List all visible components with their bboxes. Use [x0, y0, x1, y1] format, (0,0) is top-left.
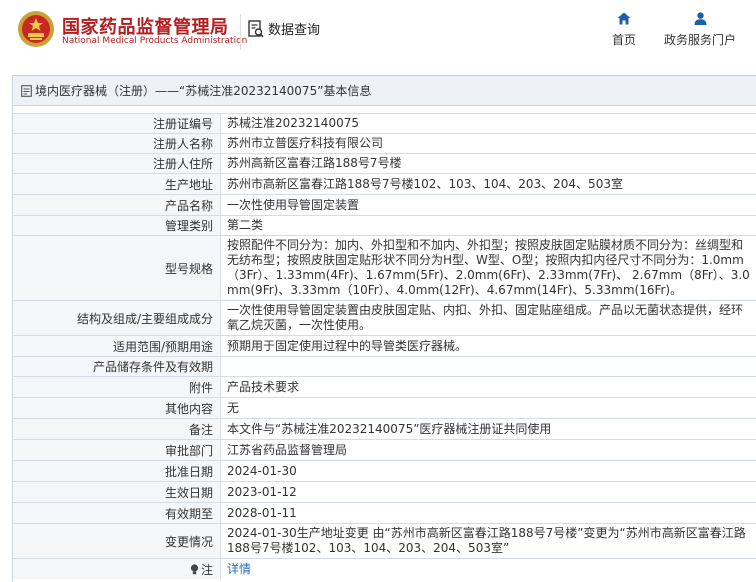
table-row: 产品名称 一次性使用导管固定装置: [13, 194, 756, 215]
home-icon: [617, 12, 631, 25]
field-label: 生产地址: [13, 174, 221, 194]
field-label: 结构及组成/主要组成成分: [13, 301, 221, 335]
field-label: 注册证编号: [13, 114, 221, 133]
field-label: 变更情况: [13, 524, 221, 558]
field-value: 江苏省药品监督管理局: [227, 442, 348, 457]
field-label: 批准日期: [13, 461, 221, 481]
nav-gov-service[interactable]: 政务服务门户: [664, 12, 736, 48]
panel-title-bar: 境内医疗器械（注册）——“苏械注准20232140075”基本信息: [13, 76, 756, 106]
field-value: 苏械注准20232140075: [227, 116, 359, 130]
document-icon: [21, 84, 32, 97]
field-label: 适用范围/预期用途: [13, 336, 221, 356]
field-label: 附件: [13, 377, 221, 397]
field-value: 2028-01-11: [227, 505, 297, 520]
table-row: 适用范围/预期用途 预期用于固定使用过程中的导管类医疗器械。: [13, 335, 756, 356]
field-value: 苏州高新区富春江路188号7号楼: [227, 156, 402, 170]
bulb-icon: [190, 563, 199, 574]
table-row: 注册证编号 苏械注准20232140075: [13, 113, 756, 133]
data-query-icon: [248, 19, 264, 37]
note-label: 注: [200, 562, 213, 577]
table-row: 注册人住所 苏州高新区富春江路188号7号楼: [13, 153, 756, 173]
details-link[interactable]: 详情: [227, 562, 251, 577]
field-value: 一次性使用导管固定装置: [227, 197, 360, 212]
table-row: 其他内容 无: [13, 397, 756, 418]
field-value: 苏州市高新区富春江路188号7号楼102、103、104、203、204、503…: [227, 176, 623, 191]
table-row: 审批部门 江苏省药品监督管理局: [13, 439, 756, 460]
table-row: 产品储存条件及有效期: [13, 356, 756, 376]
table-row: 附件 产品技术要求: [13, 376, 756, 397]
field-label: 审批部门: [13, 440, 221, 460]
table-row: 型号规格 按照配件不同分为：加内、外扣型和不加内、外扣型；按照皮肤固定贴膜材质不…: [13, 235, 756, 300]
field-value: 预期用于固定使用过程中的导管类医疗器械。: [227, 338, 468, 353]
field-label: 注册人名称: [13, 134, 221, 153]
table-row: 注 详情: [13, 558, 756, 579]
user-icon: [694, 12, 706, 25]
nav-home[interactable]: 首页: [612, 12, 636, 48]
table-row: 批准日期 2024-01-30: [13, 460, 756, 481]
header-divider: [240, 14, 241, 50]
field-label: 生效日期: [13, 482, 221, 502]
note-value-cell: 详情: [221, 559, 756, 579]
field-label: 注册人住所: [13, 154, 221, 173]
field-value: [221, 357, 756, 376]
national-emblem-icon: [18, 11, 54, 47]
info-table: 注册证编号 苏械注准20232140075 注册人名称 苏州市立普医疗科技有限公…: [13, 113, 756, 579]
field-value: 一次性使用导管固定装置由皮肤固定贴、内扣、外扣、固定贴座组成。产品以无菌状态提供…: [227, 303, 744, 332]
data-query-title: 数据查询: [248, 19, 320, 38]
nav-home-label: 首页: [612, 33, 637, 47]
table-row: 生产地址 苏州市高新区富春江路188号7号楼102、103、104、203、20…: [13, 173, 756, 194]
data-query-label: 数据查询: [268, 23, 321, 38]
field-value: 产品技术要求: [227, 379, 300, 394]
field-value: 按照配件不同分为：加内、外扣型和不加内、外扣型；按照皮肤固定贴膜材质不同分为：丝…: [227, 238, 750, 297]
field-value: 第二类: [227, 218, 264, 232]
field-label: 产品储存条件及有效期: [13, 357, 221, 376]
panel-title: 境内医疗器械（注册）——“苏械注准20232140075”基本信息: [35, 84, 372, 98]
table-row: 结构及组成/主要组成成分 一次性使用导管固定装置由皮肤固定贴、内扣、外扣、固定贴…: [13, 300, 756, 335]
site-name-en: National Medical Products Administration: [62, 36, 248, 46]
field-label: 型号规格: [13, 236, 221, 300]
detail-panel: 境内医疗器械（注册）——“苏械注准20232140075”基本信息 注册证编号 …: [12, 75, 756, 582]
note-label-cell: 注: [13, 559, 221, 579]
nav-gov-service-label: 政务服务门户: [664, 33, 737, 47]
field-value: 2023-01-12: [227, 484, 297, 499]
table-row: 备注 本文件与“苏械注准20232140075”医疗器械注册证共同使用: [13, 418, 756, 439]
field-label: 有效期至: [13, 503, 221, 523]
table-row: 变更情况 2024-01-30生产地址变更 由“苏州市高新区富春江路188号7号…: [13, 523, 756, 558]
field-value: 本文件与“苏械注准20232140075”医疗器械注册证共同使用: [227, 421, 552, 436]
field-label: 备注: [13, 419, 221, 439]
field-label: 产品名称: [13, 195, 221, 215]
table-row: 管理类别 第二类: [13, 215, 756, 235]
field-label: 其他内容: [13, 398, 221, 418]
table-row: 有效期至 2028-01-11: [13, 502, 756, 523]
field-value: 无: [227, 400, 240, 415]
field-value: 2024-01-30生产地址变更 由“苏州市高新区富春江路188号7号楼”变更为…: [227, 526, 746, 555]
field-label: 管理类别: [13, 216, 221, 235]
site-header: 国家药品监督管理局 National Medical Products Admi…: [0, 0, 756, 64]
table-row: 生效日期 2023-01-12: [13, 481, 756, 502]
table-row: 注册人名称 苏州市立普医疗科技有限公司: [13, 133, 756, 153]
field-value: 苏州市立普医疗科技有限公司: [227, 136, 384, 150]
field-value: 2024-01-30: [227, 463, 297, 478]
